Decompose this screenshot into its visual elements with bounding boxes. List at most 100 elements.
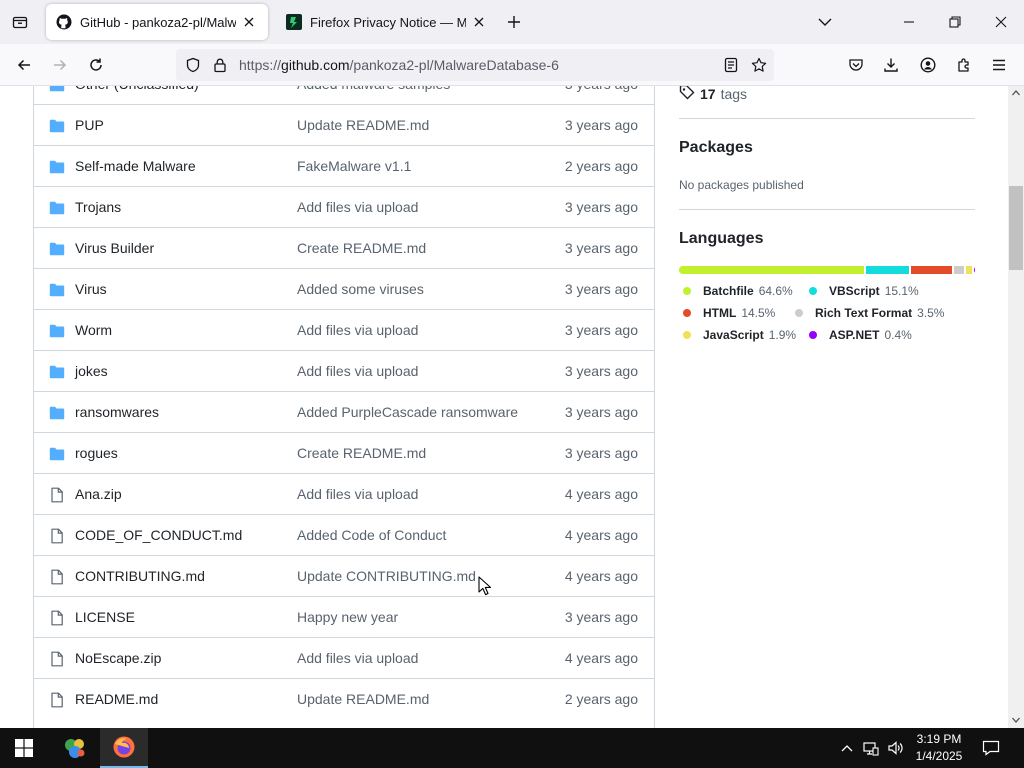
close-window-icon[interactable] — [978, 0, 1024, 44]
file-name-link[interactable]: Virus Builder — [75, 240, 154, 256]
firefox-view-icon[interactable] — [8, 10, 32, 34]
tracking-protection-icon[interactable] — [185, 57, 201, 73]
table-row[interactable]: ransomwares Added PurpleCascade ransomwar… — [34, 391, 654, 432]
commit-message-link[interactable]: Update CONTRIBUTING.md — [297, 568, 476, 584]
file-name-link[interactable]: Other (Unclassified) — [75, 86, 199, 92]
commit-message-link[interactable]: Add files via upload — [297, 486, 418, 502]
show-hidden-icons[interactable] — [837, 728, 857, 768]
file-name-link[interactable]: Worm — [75, 322, 112, 338]
bookmark-star-icon[interactable] — [751, 57, 767, 73]
system-clock[interactable]: 3:19 PM 1/4/2025 — [908, 731, 970, 765]
lock-icon[interactable] — [212, 57, 228, 73]
menu-icon[interactable] — [986, 52, 1012, 78]
network-icon[interactable] — [860, 728, 882, 768]
table-row[interactable]: Trojans Add files via upload 3 years ago — [34, 186, 654, 227]
packages-heading[interactable]: Packages — [679, 139, 753, 157]
scroll-down-icon[interactable] — [1012, 716, 1020, 724]
commit-message-link[interactable]: Update README.md — [297, 117, 429, 133]
table-row[interactable]: Virus Added some viruses 3 years ago — [34, 268, 654, 309]
commit-message-link[interactable]: Added some viruses — [297, 281, 424, 297]
extensions-icon[interactable] — [951, 52, 977, 78]
commit-message-link[interactable]: Add files via upload — [297, 322, 418, 338]
restore-icon[interactable] — [932, 0, 978, 44]
table-row[interactable]: Ana.zip Add files via upload 4 years ago — [34, 473, 654, 514]
table-row[interactable]: Virus Builder Create README.md 3 years ago — [34, 227, 654, 268]
language-item[interactable]: VBScript 15.1% — [809, 284, 919, 298]
table-row[interactable]: CONTRIBUTING.md Update CONTRIBUTING.md 4 y… — [34, 555, 654, 596]
url-bar[interactable]: https://github.com/pankoza2-pl/MalwareDa… — [176, 49, 774, 81]
commit-message-link[interactable]: Added PurpleCascade ransomware — [297, 404, 518, 420]
commit-message-link[interactable]: Added malware samples — [297, 86, 450, 92]
commit-message-link[interactable]: Update README.md — [297, 691, 429, 707]
account-icon[interactable] — [915, 52, 941, 78]
tab-github[interactable]: GitHub - pankoza2-pl/Malware — [46, 4, 268, 40]
language-item[interactable]: JavaScript 1.9% — [683, 328, 796, 342]
downloads-icon[interactable] — [878, 52, 904, 78]
tags-link[interactable]: 17 tags — [679, 86, 747, 103]
file-name-link[interactable]: README.md — [75, 691, 158, 707]
reload-icon[interactable] — [83, 52, 109, 78]
back-icon[interactable] — [11, 52, 37, 78]
scrollbar-thumb[interactable] — [1009, 186, 1023, 270]
table-row[interactable]: Other (Unclassified) Added malware sample… — [34, 86, 654, 104]
table-row[interactable]: jokes Add files via upload 3 years ago — [34, 350, 654, 391]
table-row[interactable]: Worm Add files via upload 3 years ago — [34, 309, 654, 350]
folder-icon — [49, 364, 65, 380]
file-name-link[interactable]: CODE_OF_CONDUCT.md — [75, 527, 242, 543]
close-tab-icon[interactable] — [240, 13, 258, 31]
language-bar-segment[interactable] — [910, 266, 953, 274]
commit-message-link[interactable]: Added Code of Conduct — [297, 527, 446, 543]
commit-message-link[interactable]: Happy new year — [297, 609, 398, 625]
file-name-link[interactable]: Ana.zip — [75, 486, 122, 502]
commit-age: 3 years ago — [564, 281, 638, 297]
file-name-link[interactable]: jokes — [75, 363, 108, 379]
table-row[interactable]: PUP Update README.md 3 years ago — [34, 104, 654, 145]
tab-firefox-privacy[interactable]: Firefox Privacy Notice — Mozill — [276, 4, 498, 40]
commit-message-link[interactable]: Add files via upload — [297, 650, 418, 666]
commit-message-link[interactable]: FakeMalware v1.1 — [297, 158, 411, 174]
table-row[interactable]: NoEscape.zip Add files via upload 4 years … — [34, 637, 654, 678]
file-name-link[interactable]: Virus — [75, 281, 107, 297]
language-item[interactable]: HTML 14.5% — [683, 306, 775, 320]
table-row[interactable]: README.md Update README.md 2 years ago — [34, 678, 654, 719]
file-name-link[interactable]: NoEscape.zip — [75, 650, 161, 666]
commit-message-link[interactable]: Create README.md — [297, 445, 426, 461]
vertical-scrollbar[interactable] — [1008, 86, 1024, 728]
table-row[interactable]: Self-made Malware FakeMalware v1.1 2 years… — [34, 145, 654, 186]
notifications-icon[interactable] — [978, 728, 1004, 768]
scroll-up-icon[interactable] — [1012, 89, 1020, 97]
app-launcher-icon[interactable] — [52, 728, 98, 768]
windows-start-icon[interactable] — [0, 728, 48, 768]
file-name-link[interactable]: Self-made Malware — [75, 158, 196, 174]
language-bar-segment[interactable] — [679, 266, 864, 274]
list-all-tabs-icon[interactable] — [815, 12, 835, 32]
commit-message-link[interactable]: Create README.md — [297, 240, 426, 256]
language-bar-segment[interactable] — [973, 266, 975, 274]
table-row[interactable]: CODE_OF_CONDUCT.md Added Code of Conduct 4… — [34, 514, 654, 555]
language-item[interactable]: Rich Text Format 3.5% — [795, 306, 944, 320]
commit-message-link[interactable]: Add files via upload — [297, 363, 418, 379]
file-name-link[interactable]: rogues — [75, 445, 118, 461]
language-bar-segment[interactable] — [865, 266, 909, 274]
table-row[interactable]: rogues Create README.md 3 years ago — [34, 432, 654, 473]
new-tab-icon[interactable] — [503, 11, 525, 33]
pocket-icon[interactable] — [843, 52, 869, 78]
volume-icon[interactable] — [884, 728, 906, 768]
file-name-link[interactable]: Trojans — [75, 199, 121, 215]
table-row[interactable]: LICENSE Happy new year 3 years ago — [34, 596, 654, 637]
reader-view-icon[interactable] — [723, 57, 739, 73]
tags-label: tags — [720, 86, 748, 102]
file-name-link[interactable]: CONTRIBUTING.md — [75, 568, 205, 584]
commit-message-link[interactable]: Add files via upload — [297, 199, 418, 215]
file-name-link[interactable]: LICENSE — [75, 609, 135, 625]
file-name-link[interactable]: ransomwares — [75, 404, 159, 420]
file-name-link[interactable]: PUP — [75, 117, 104, 133]
firefox-taskbar-icon[interactable] — [100, 728, 148, 768]
language-item[interactable]: ASP.NET 0.4% — [809, 328, 912, 342]
close-tab-icon[interactable] — [470, 13, 488, 31]
language-bar-segment[interactable] — [954, 266, 965, 274]
language-bar-segment[interactable] — [966, 266, 972, 274]
forward-icon[interactable] — [47, 52, 73, 78]
language-item[interactable]: Batchfile 64.6% — [683, 284, 793, 298]
minimize-icon[interactable] — [886, 0, 932, 44]
